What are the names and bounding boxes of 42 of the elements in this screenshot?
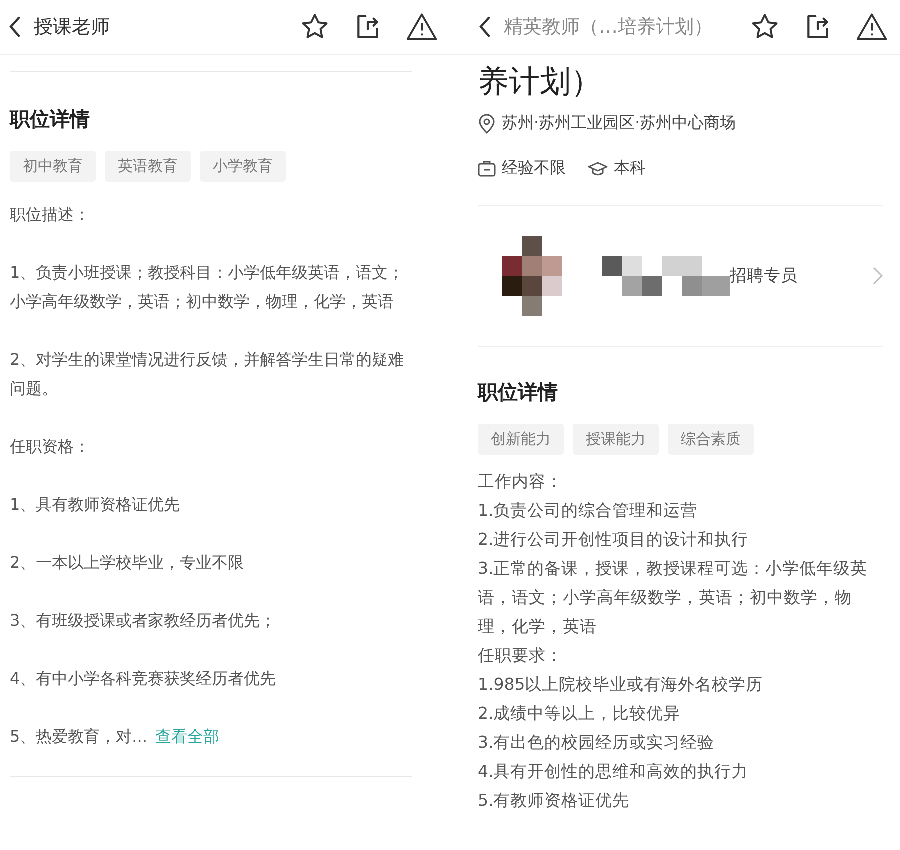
experience-text: 经验不限 bbox=[502, 158, 566, 179]
warning-icon[interactable] bbox=[856, 12, 888, 42]
description-line: 5.有教师资格证优先 bbox=[478, 790, 631, 812]
warning-icon[interactable] bbox=[406, 12, 438, 42]
location-text: 苏州·苏州工业园区·苏州中心商场 bbox=[502, 113, 736, 134]
description-line: 3.有出色的校园经历或实习经验 bbox=[478, 732, 716, 754]
tag: 初中教育 bbox=[10, 151, 96, 182]
page-title: 授课老师 bbox=[34, 15, 111, 40]
tag: 小学教育 bbox=[200, 151, 286, 182]
back-icon[interactable] bbox=[478, 16, 492, 38]
description-paragraph: 1、具有教师资格证优先 bbox=[10, 494, 182, 516]
description-paragraph: 职位描述： bbox=[10, 204, 91, 226]
description-line: 3.正常的备课，授课，教授课程可选：小学低年级英语，语文；小学高年级数学，英语；初中数学，物理，化学，英语 bbox=[478, 558, 869, 638]
description-line: 4.具有开创性的思维和高效的执行力 bbox=[478, 761, 750, 783]
tag: 授课能力 bbox=[573, 424, 659, 455]
section-title: 职位详情 bbox=[478, 379, 559, 406]
view-all-link[interactable]: 查看全部 bbox=[155, 727, 220, 746]
tag: 创新能力 bbox=[478, 424, 564, 455]
section-title: 职位详情 bbox=[10, 106, 91, 133]
description-line: 1.985以上院校毕业或有海外名校学历 bbox=[478, 674, 764, 696]
description-paragraph: 4、有中小学各科竞赛获奖经历者优先 bbox=[10, 668, 278, 690]
description-paragraph: 3、有班级授课或者家教经历者优先； bbox=[10, 610, 278, 632]
description-line: 2.成绩中等以上，比较优异 bbox=[478, 703, 682, 725]
location-icon bbox=[478, 114, 496, 134]
description-line: 2.进行公司开创性项目的设计和执行 bbox=[478, 529, 750, 551]
page-title: 精英教师（…培养计划） bbox=[504, 15, 714, 40]
description-line: 工作内容： bbox=[478, 471, 564, 493]
description-paragraph: 任职资格： bbox=[10, 436, 91, 458]
description-paragraph: 2、一本以上学校毕业，专业不限 bbox=[10, 552, 246, 574]
description-paragraph: 1、负责小班授课；教授科目：小学低年级英语，语文；小学高年级数学，英语；初中数学，物理，化学，英语 bbox=[10, 262, 406, 313]
education-text: 本科 bbox=[614, 158, 646, 179]
back-icon[interactable] bbox=[8, 16, 22, 38]
briefcase-icon bbox=[478, 160, 496, 176]
tag: 英语教育 bbox=[105, 151, 191, 182]
recruiter-role: 招聘专员 bbox=[730, 265, 798, 287]
description-paragraph: 5、热爱教育，对... 查看全部 bbox=[10, 726, 220, 748]
tag: 综合素质 bbox=[668, 424, 754, 455]
description-paragraph: 2、对学生的课堂情况进行反馈，并解答学生日常的疑难问题。 bbox=[10, 349, 406, 400]
description-line: 任职要求： bbox=[478, 645, 564, 667]
description-line: 1.负责公司的综合管理和运营 bbox=[478, 500, 699, 522]
graduation-cap-icon bbox=[588, 160, 608, 176]
job-title: 养计划） bbox=[478, 63, 603, 102]
